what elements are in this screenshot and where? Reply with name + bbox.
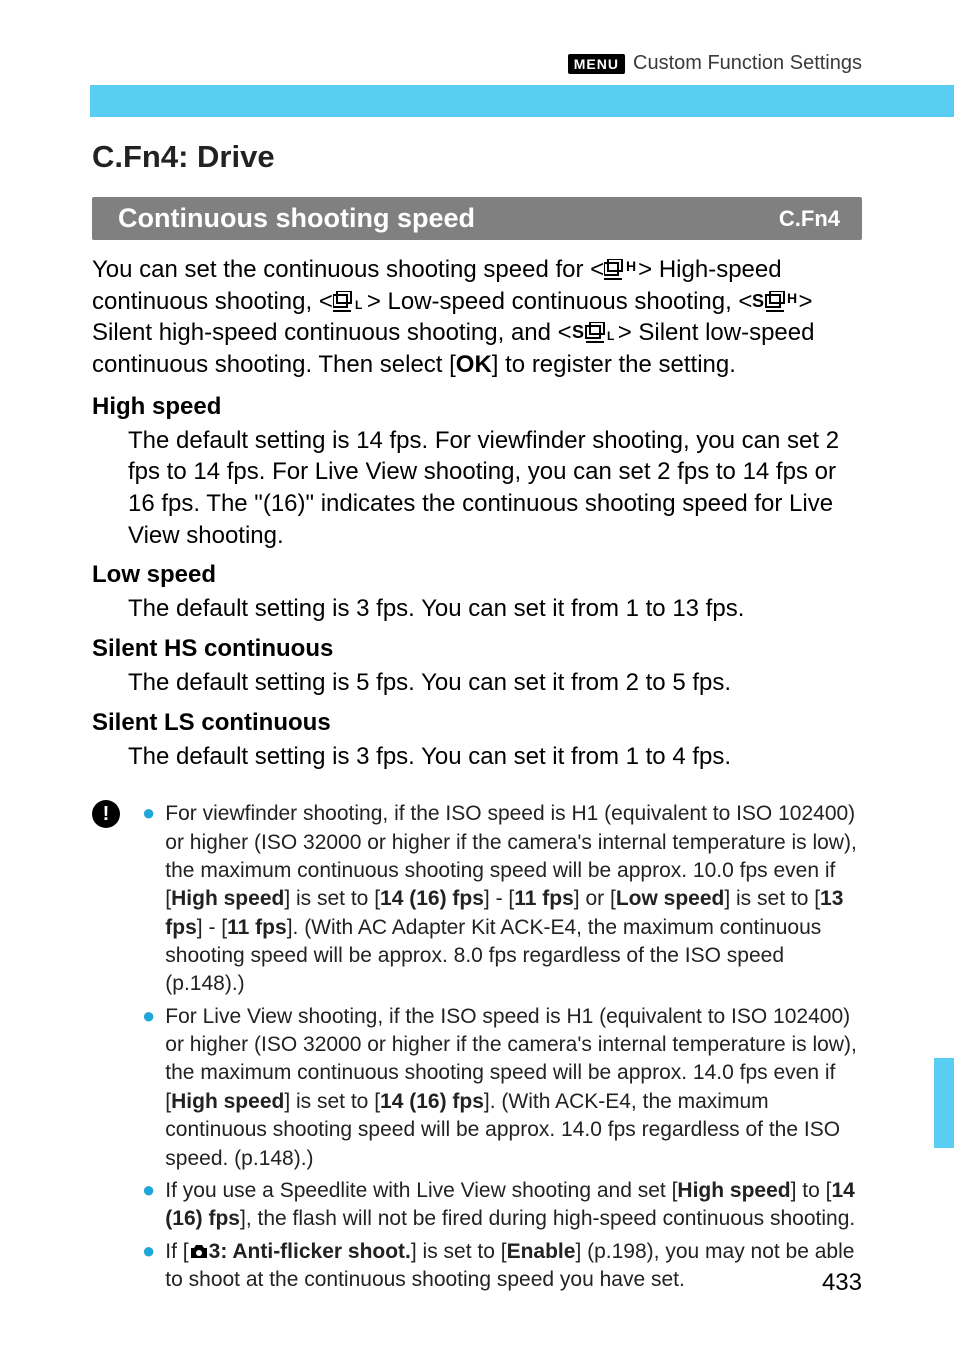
notes-box: ! ● For viewfinder shooting, if the ISO …: [92, 796, 862, 1294]
intro-text: You can set the continuous shooting spee…: [92, 256, 604, 283]
t: 11 fps: [227, 916, 287, 939]
note-item: ● If you use a Speedlite with Live View …: [142, 1177, 862, 1234]
t: Low speed: [616, 887, 725, 910]
page-number: 433: [822, 1269, 862, 1297]
silent-hs-heading: Silent HS continuous: [92, 635, 862, 663]
svg-text:S: S: [752, 291, 764, 311]
silent-burst-high-icon: SH: [752, 291, 798, 313]
section-title: C.Fn4: Drive: [92, 139, 862, 175]
intro-paragraph: You can set the continuous shooting spee…: [92, 254, 862, 381]
intro-text: > Low-speed continuous shooting, <: [367, 288, 753, 315]
page-content: C.Fn4: Drive Continuous shooting speed C…: [0, 117, 954, 1294]
svg-text:L: L: [355, 298, 362, 312]
silent-burst-low-icon: SL: [572, 322, 618, 344]
t: ] is set to [: [411, 1240, 507, 1263]
svg-text:S: S: [572, 322, 584, 342]
note-item: ● If [ 3: Anti-flicker shoot.] is set to …: [142, 1238, 862, 1295]
bullet-icon: ●: [142, 1238, 155, 1264]
warning-icon: !: [92, 800, 120, 828]
bullet-icon: ●: [142, 1177, 155, 1203]
section-side-tab: [934, 1058, 954, 1148]
t: 14 (16) fps: [380, 887, 484, 910]
svg-text:H: H: [787, 291, 797, 306]
low-speed-body: The default setting is 3 fps. You can se…: [128, 593, 862, 625]
header-accent-bar: [90, 85, 954, 117]
burst-high-icon: H: [604, 259, 638, 281]
t: High speed: [677, 1179, 790, 1202]
note-text: For Live View shooting, if the ISO speed…: [165, 1003, 862, 1173]
t: Enable: [507, 1240, 576, 1263]
low-speed-heading: Low speed: [92, 561, 862, 589]
bullet-icon: ●: [142, 1003, 155, 1029]
t: High speed: [171, 887, 284, 910]
silent-hs-body: The default setting is 5 fps. You can se…: [128, 667, 862, 699]
t: ] is set to [: [284, 887, 380, 910]
bullet-icon: ●: [142, 800, 155, 826]
subsection-code: C.Fn4: [779, 206, 840, 232]
note-item: ● For viewfinder shooting, if the ISO sp…: [142, 800, 862, 998]
note-text: If [ 3: Anti-flicker shoot.] is set to [E…: [165, 1238, 862, 1295]
t: ] to [: [791, 1179, 832, 1202]
header-title: Custom Function Settings: [633, 52, 862, 75]
subsection-title: Continuous shooting speed: [118, 203, 475, 234]
svg-text:H: H: [626, 259, 636, 274]
high-speed-body: The default setting is 14 fps. For viewf…: [128, 425, 862, 552]
intro-text: ] to register the setting.: [492, 351, 736, 378]
t: High speed: [171, 1090, 284, 1113]
t: ], the flash will not be fired during hi…: [240, 1207, 855, 1230]
t: 11 fps: [514, 887, 574, 910]
t: ] - [: [484, 887, 514, 910]
subsection-bar: Continuous shooting speed C.Fn4: [92, 197, 862, 240]
burst-low-icon: L: [333, 291, 367, 313]
high-speed-heading: High speed: [92, 393, 862, 421]
menu-badge: MENU: [568, 54, 625, 74]
t: ] or [: [574, 887, 616, 910]
t: ] is set to [: [284, 1090, 380, 1113]
ok-label: OK: [456, 351, 492, 378]
page-header: MENU Custom Function Settings: [0, 0, 954, 75]
note-item: ● For Live View shooting, if the ISO spe…: [142, 1003, 862, 1173]
t: If you use a Speedlite with Live View sh…: [165, 1179, 677, 1202]
note-text: If you use a Speedlite with Live View sh…: [165, 1177, 862, 1234]
t: 14 (16) fps: [380, 1090, 484, 1113]
t: 3: Anti-flicker shoot.: [209, 1240, 411, 1263]
svg-text:L: L: [607, 329, 614, 343]
t: ] is set to [: [724, 887, 820, 910]
silent-ls-body: The default setting is 3 fps. You can se…: [128, 741, 862, 773]
silent-ls-heading: Silent LS continuous: [92, 709, 862, 737]
t: ] - [: [197, 916, 227, 939]
t: If [: [165, 1240, 188, 1263]
camera-icon: [189, 1244, 209, 1260]
note-text: For viewfinder shooting, if the ISO spee…: [165, 800, 862, 998]
